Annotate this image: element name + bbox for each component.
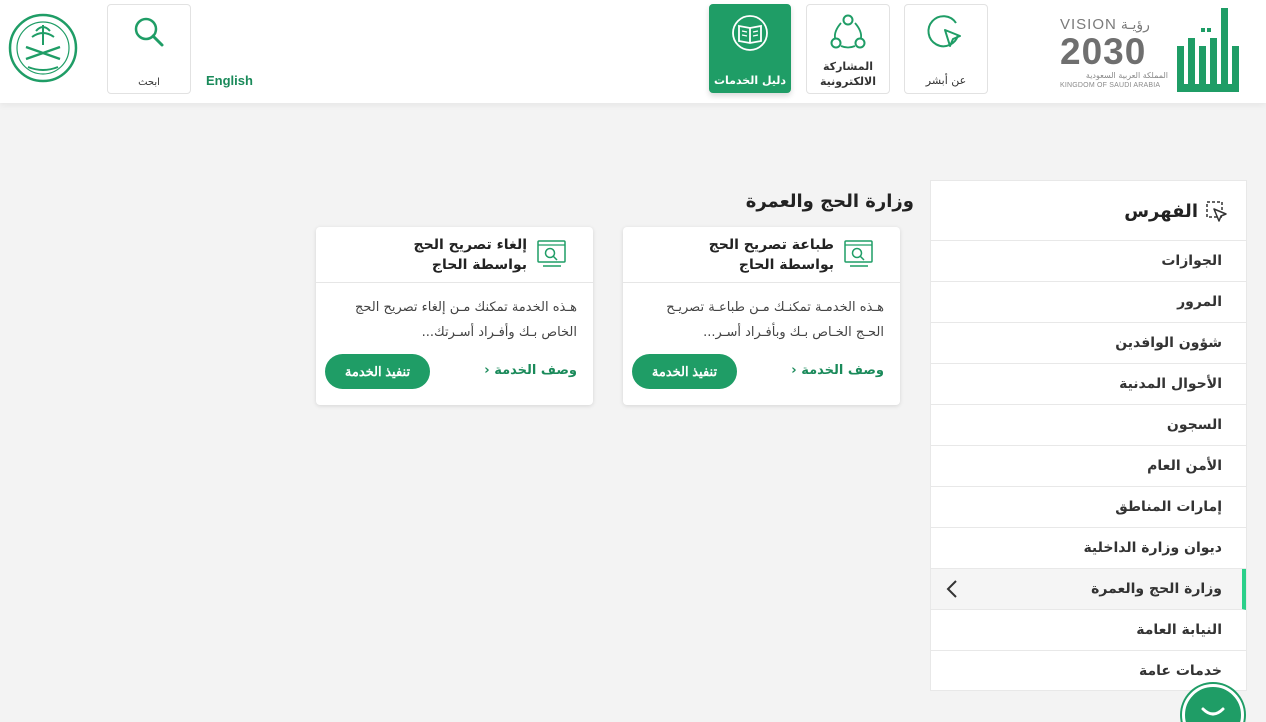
sidebar-item-label: السجون <box>1166 417 1222 433</box>
execute-service-button[interactable]: تنفيذ الخدمة <box>325 354 430 389</box>
execute-service-button[interactable]: تنفيذ الخدمة <box>632 354 737 389</box>
screen-search-icon <box>844 240 873 267</box>
service-description-link-label: وصف الخدمة <box>801 363 884 378</box>
search-label: ابحث <box>138 77 160 88</box>
card-header: إلغاء تصريح الحج بواسطة الحاج <box>316 227 593 283</box>
sidebar-title: الفهرس <box>1124 201 1198 222</box>
nav-about-absher-label: عن أبشر <box>925 74 967 87</box>
language-link-english[interactable]: English <box>206 73 253 88</box>
sidebar-header: الفهرس <box>931 181 1246 241</box>
screen-search-icon <box>537 240 566 267</box>
sidebar-item-passports[interactable]: الجوازات <box>931 241 1246 282</box>
sidebar-item-label: إمارات المناطق <box>1115 499 1222 515</box>
index-sidebar: الفهرس الجوازات المرور شؤون الوافدين الأ… <box>930 180 1247 691</box>
sidebar-item-label: ديوان وزارة الداخلية <box>1083 540 1222 556</box>
header: ابحث English دليل الخدمات المشاركة الالك… <box>0 0 1266 103</box>
book-icon <box>732 15 768 51</box>
vision-kingdom-ar: المملكة العربية السعودية <box>1085 71 1168 80</box>
search-button[interactable]: ابحث <box>107 4 191 94</box>
cursor-circle-icon <box>927 15 961 48</box>
vision-2030-logo: VISION رؤيـة 2030 المملكة العربية السعودي… <box>1060 16 1168 94</box>
sidebar-item-label: وزارة الحج والعمرة <box>1091 581 1222 597</box>
service-description-link[interactable]: وصف الخدمة ‹ <box>484 363 577 378</box>
sidebar-item-regional-emirates[interactable]: إمارات المناطق <box>931 487 1246 528</box>
card-title: إلغاء تصريح الحج بواسطة الحاج <box>413 237 527 273</box>
chat-support-button[interactable] <box>1182 684 1244 722</box>
sidebar-item-general-services[interactable]: خدمات عامة <box>931 651 1246 692</box>
sidebar-item-label: الأمن العام <box>1147 458 1222 474</box>
nav-services-guide-label: دليل الخدمات <box>713 74 787 87</box>
sidebar-item-label: النيابة العامة <box>1136 622 1222 638</box>
chat-icon <box>1201 707 1225 716</box>
section-title: وزارة الحج والعمرة <box>745 191 914 212</box>
vision-kingdom-en: KINGDOM OF SAUDI ARABIA <box>1060 82 1161 89</box>
sidebar-item-expatriate-affairs[interactable]: شؤون الوافدين <box>931 323 1246 364</box>
card-title: طباعة تصريح الحج بواسطة الحاج <box>708 237 834 273</box>
card-description: هـذه الخدمة تمكنك مـن إلغاء تصريح الحج ا… <box>354 300 577 340</box>
sidebar-item-label: شؤون الوافدين <box>1115 335 1222 351</box>
absher-logo[interactable] <box>1177 8 1239 94</box>
search-icon <box>134 17 164 47</box>
sidebar-item-hajj-umrah[interactable]: وزارة الحج والعمرة <box>931 569 1246 610</box>
card-description: هـذه الخدمـة تمكنـك مـن طباعـة تصريـح ال… <box>666 300 884 340</box>
service-card: إلغاء تصريح الحج بواسطة الحاج هـذه الخدم… <box>316 227 593 405</box>
nav-e-participation[interactable]: المشاركة الالكترونية <box>806 4 890 94</box>
network-icon <box>830 14 866 49</box>
sidebar-item-civil-affairs[interactable]: الأحوال المدنية <box>931 364 1246 405</box>
nav-services-guide[interactable]: دليل الخدمات <box>709 4 791 93</box>
card-header: طباعة تصريح الحج بواسطة الحاج <box>623 227 900 283</box>
sidebar-item-label: الأحوال المدنية <box>1119 376 1222 392</box>
sidebar-item-public-security[interactable]: الأمن العام <box>931 446 1246 487</box>
service-description-link-label: وصف الخدمة <box>494 363 577 378</box>
sidebar-item-label: المرور <box>1177 294 1222 310</box>
chevron-left-icon <box>946 580 957 598</box>
sidebar-item-label: الجوازات <box>1161 253 1222 269</box>
nav-about-absher[interactable]: عن أبشر <box>904 4 988 94</box>
sidebar-item-traffic[interactable]: المرور <box>931 282 1246 323</box>
service-description-link[interactable]: وصف الخدمة ‹ <box>791 363 884 378</box>
saudi-emblem-logo[interactable] <box>8 13 78 83</box>
vision-year: 2030 <box>1060 31 1147 72</box>
sidebar-item-prisons[interactable]: السجون <box>931 405 1246 446</box>
sidebar-item-public-prosecution[interactable]: النيابة العامة <box>931 610 1246 651</box>
sidebar-item-interior-ministry-office[interactable]: ديوان وزارة الداخلية <box>931 528 1246 569</box>
service-card: طباعة تصريح الحج بواسطة الحاج هـذه الخدم… <box>623 227 900 405</box>
chevron-left-icon: ‹ <box>791 363 797 378</box>
chevron-left-icon: ‹ <box>484 363 490 378</box>
index-cursor-icon <box>1206 201 1227 222</box>
sidebar-item-label: خدمات عامة <box>1138 663 1222 679</box>
nav-e-participation-label: المشاركة الالكترونية <box>820 60 876 88</box>
